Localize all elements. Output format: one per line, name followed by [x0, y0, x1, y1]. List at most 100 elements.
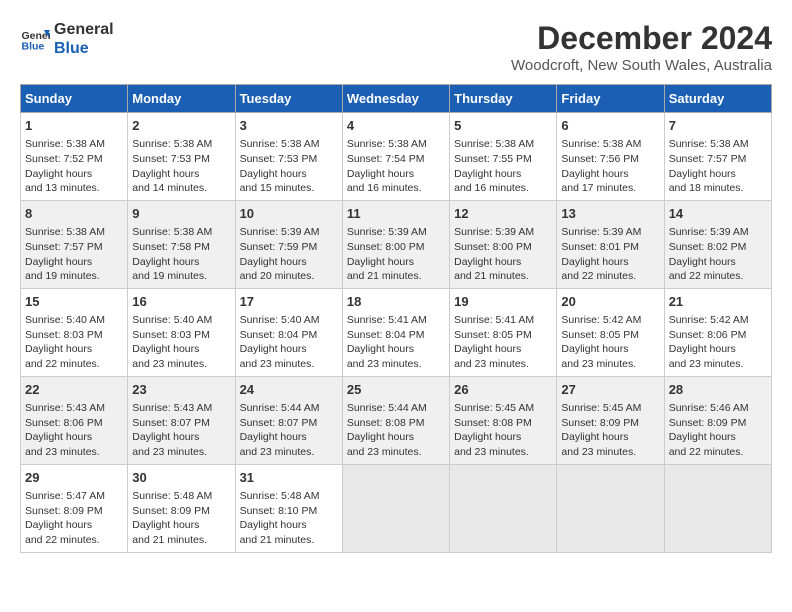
day-number: 1: [25, 117, 123, 135]
day-number: 28: [669, 381, 767, 399]
day-info: Sunrise: 5:39 AMSunset: 8:01 PMDaylight …: [561, 225, 659, 284]
header-thursday: Thursday: [450, 85, 557, 113]
calendar-cell: 6 Sunrise: 5:38 AMSunset: 7:56 PMDaylight…: [557, 113, 664, 201]
day-info: Sunrise: 5:46 AMSunset: 8:09 PMDaylight …: [669, 401, 767, 460]
calendar-cell: 9Sunrise: 5:38 AMSunset: 7:58 PMDaylight…: [128, 200, 235, 288]
day-info: Sunrise: 5:38 AMSunset: 7:56 PMDaylight …: [561, 137, 659, 196]
day-number: 31: [240, 469, 338, 487]
calendar-cell: 26 Sunrise: 5:45 AMSunset: 8:08 PMDayligh…: [450, 376, 557, 464]
calendar-week-row: 29Sunrise: 5:47 AMSunset: 8:09 PMDayligh…: [21, 464, 772, 552]
day-number: 18: [347, 293, 445, 311]
day-number: 12: [454, 205, 552, 223]
calendar-cell: 14 Sunrise: 5:39 AMSunset: 8:02 PMDayligh…: [664, 200, 771, 288]
page-header: General Blue General Blue December 2024 …: [20, 20, 772, 74]
header-saturday: Saturday: [664, 85, 771, 113]
header-tuesday: Tuesday: [235, 85, 342, 113]
day-number: 20: [561, 293, 659, 311]
calendar-cell: 11 Sunrise: 5:39 AMSunset: 8:00 PMDayligh…: [342, 200, 449, 288]
calendar-cell: 7 Sunrise: 5:38 AMSunset: 7:57 PMDaylight…: [664, 113, 771, 201]
calendar-cell: 31 Sunrise: 5:48 AMSunset: 8:10 PMDayligh…: [235, 464, 342, 552]
calendar-cell: 4 Sunrise: 5:38 AMSunset: 7:54 PMDaylight…: [342, 113, 449, 201]
day-info: Sunrise: 5:38 AMSunset: 7:57 PMDaylight …: [669, 137, 767, 196]
day-number: 17: [240, 293, 338, 311]
day-number: 27: [561, 381, 659, 399]
day-info: Sunrise: 5:39 AMSunset: 8:00 PMDaylight …: [454, 225, 552, 284]
header-wednesday: Wednesday: [342, 85, 449, 113]
header-monday: Monday: [128, 85, 235, 113]
calendar-cell: [450, 464, 557, 552]
calendar-cell: 22Sunrise: 5:43 AMSunset: 8:06 PMDayligh…: [21, 376, 128, 464]
calendar-week-row: 15 Sunrise: 5:40 AMSunset: 8:03 PMDayligh…: [21, 288, 772, 376]
day-number: 15: [25, 293, 123, 311]
day-number: 25: [347, 381, 445, 399]
day-info: Sunrise: 5:39 AMSunset: 8:00 PMDaylight …: [347, 225, 445, 284]
day-info: Sunrise: 5:41 AMSunset: 8:04 PMDaylight …: [347, 313, 445, 372]
day-info: Sunrise: 5:42 AMSunset: 8:06 PMDaylight …: [669, 313, 767, 372]
day-number: 16: [132, 293, 230, 311]
day-number: 19: [454, 293, 552, 311]
calendar-cell: 24 Sunrise: 5:44 AMSunset: 8:07 PMDayligh…: [235, 376, 342, 464]
day-info: Sunrise: 5:40 AMSunset: 8:04 PMDaylight …: [240, 313, 338, 372]
calendar-table: Sunday Monday Tuesday Wednesday Thursday…: [20, 84, 772, 553]
day-info: Sunrise: 5:43 AMSunset: 8:07 PMDaylight …: [132, 401, 230, 460]
calendar-cell: 27 Sunrise: 5:45 AMSunset: 8:09 PMDayligh…: [557, 376, 664, 464]
calendar-cell: [342, 464, 449, 552]
day-info: Sunrise: 5:42 AMSunset: 8:05 PMDaylight …: [561, 313, 659, 372]
day-info: Sunrise: 5:45 AMSunset: 8:09 PMDaylight …: [561, 401, 659, 460]
day-number: 22: [25, 381, 123, 399]
day-info: Sunrise: 5:40 AMSunset: 8:03 PMDaylight …: [132, 313, 230, 372]
day-number: 3: [240, 117, 338, 135]
calendar-subtitle: Woodcroft, New South Wales, Australia: [511, 57, 772, 74]
day-info: Sunrise: 5:38 AMSunset: 7:52 PMDaylight …: [25, 137, 123, 196]
day-number: 6: [561, 117, 659, 135]
day-number: 30: [132, 469, 230, 487]
day-number: 24: [240, 381, 338, 399]
svg-text:Blue: Blue: [22, 41, 45, 53]
day-info: Sunrise: 5:48 AMSunset: 8:10 PMDaylight …: [240, 489, 338, 548]
calendar-cell: 30 Sunrise: 5:48 AMSunset: 8:09 PMDayligh…: [128, 464, 235, 552]
day-info: Sunrise: 5:45 AMSunset: 8:08 PMDaylight …: [454, 401, 552, 460]
day-info: Sunrise: 5:39 AMSunset: 8:02 PMDaylight …: [669, 225, 767, 284]
calendar-cell: [664, 464, 771, 552]
calendar-cell: 12 Sunrise: 5:39 AMSunset: 8:00 PMDayligh…: [450, 200, 557, 288]
calendar-title: December 2024: [511, 20, 772, 57]
day-number: 5: [454, 117, 552, 135]
day-number: 26: [454, 381, 552, 399]
day-info: Sunrise: 5:38 AMSunset: 7:53 PMDaylight …: [132, 137, 230, 196]
calendar-cell: 16 Sunrise: 5:40 AMSunset: 8:03 PMDayligh…: [128, 288, 235, 376]
calendar-header-row: Sunday Monday Tuesday Wednesday Thursday…: [21, 85, 772, 113]
day-info: Sunrise: 5:38 AMSunset: 7:53 PMDaylight …: [240, 137, 338, 196]
day-info: Sunrise: 5:44 AMSunset: 8:07 PMDaylight …: [240, 401, 338, 460]
day-number: 21: [669, 293, 767, 311]
calendar-cell: 13 Sunrise: 5:39 AMSunset: 8:01 PMDayligh…: [557, 200, 664, 288]
day-info: Sunrise: 5:48 AMSunset: 8:09 PMDaylight …: [132, 489, 230, 548]
header-sunday: Sunday: [21, 85, 128, 113]
calendar-cell: [557, 464, 664, 552]
calendar-cell: 2 Sunrise: 5:38 AMSunset: 7:53 PMDaylight…: [128, 113, 235, 201]
day-number: 2: [132, 117, 230, 135]
day-number: 14: [669, 205, 767, 223]
header-friday: Friday: [557, 85, 664, 113]
calendar-week-row: 22Sunrise: 5:43 AMSunset: 8:06 PMDayligh…: [21, 376, 772, 464]
day-number: 11: [347, 205, 445, 223]
calendar-cell: 1 Sunrise: 5:38 AMSunset: 7:52 PMDaylight…: [21, 113, 128, 201]
calendar-cell: 3 Sunrise: 5:38 AMSunset: 7:53 PMDaylight…: [235, 113, 342, 201]
day-number: 9: [132, 205, 230, 223]
day-number: 4: [347, 117, 445, 135]
day-number: 7: [669, 117, 767, 135]
calendar-cell: 17 Sunrise: 5:40 AMSunset: 8:04 PMDayligh…: [235, 288, 342, 376]
calendar-cell: 28 Sunrise: 5:46 AMSunset: 8:09 PMDayligh…: [664, 376, 771, 464]
calendar-cell: 5 Sunrise: 5:38 AMSunset: 7:55 PMDaylight…: [450, 113, 557, 201]
title-block: December 2024 Woodcroft, New South Wales…: [511, 20, 772, 74]
day-info: Sunrise: 5:41 AMSunset: 8:05 PMDaylight …: [454, 313, 552, 372]
calendar-cell: 23 Sunrise: 5:43 AMSunset: 8:07 PMDayligh…: [128, 376, 235, 464]
calendar-cell: 29Sunrise: 5:47 AMSunset: 8:09 PMDayligh…: [21, 464, 128, 552]
calendar-cell: 8Sunrise: 5:38 AMSunset: 7:57 PMDaylight…: [21, 200, 128, 288]
day-info: Sunrise: 5:38 AMSunset: 7:54 PMDaylight …: [347, 137, 445, 196]
day-number: 23: [132, 381, 230, 399]
day-number: 29: [25, 469, 123, 487]
day-info: Sunrise: 5:39 AMSunset: 7:59 PMDaylight …: [240, 225, 338, 284]
day-number: 8: [25, 205, 123, 223]
day-info: Sunrise: 5:38 AMSunset: 7:55 PMDaylight …: [454, 137, 552, 196]
day-number: 13: [561, 205, 659, 223]
